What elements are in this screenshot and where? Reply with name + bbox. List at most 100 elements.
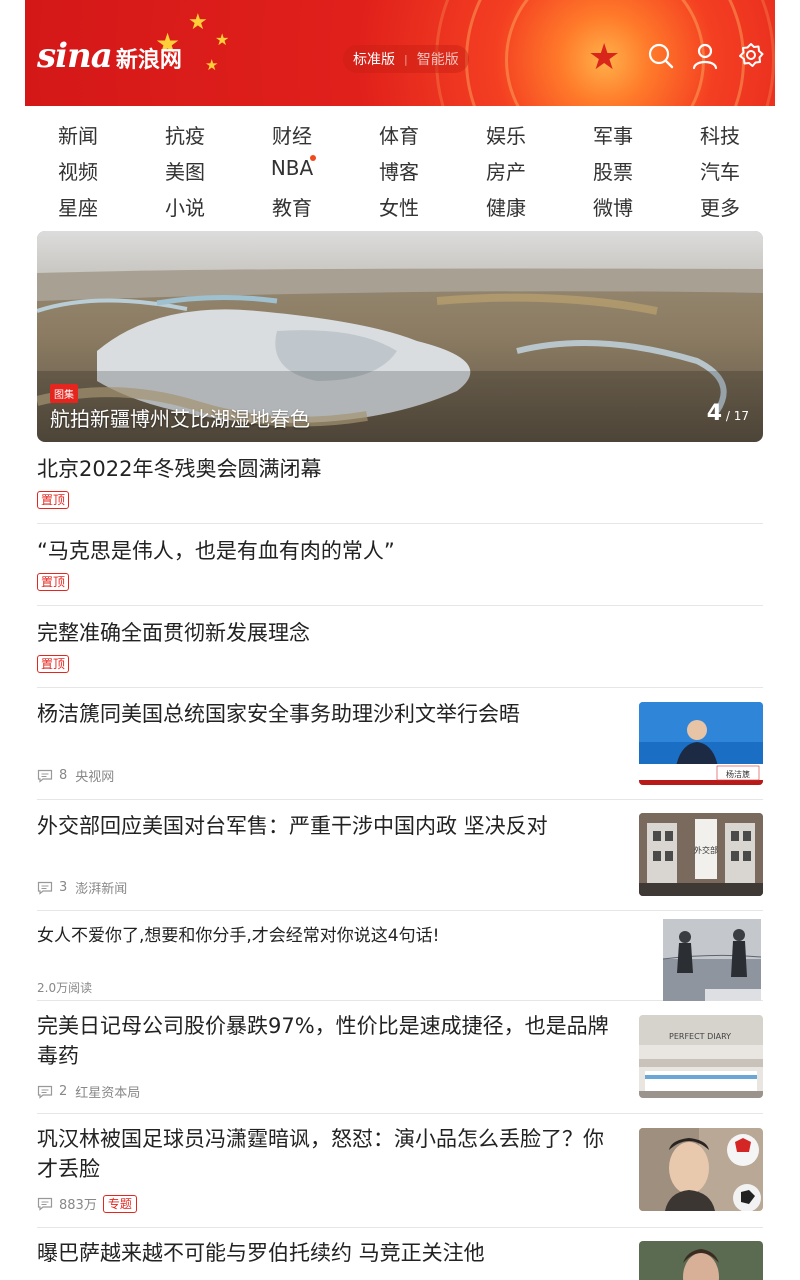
banner-counter: 4 / 17 xyxy=(707,401,749,426)
comment-count: 8 xyxy=(59,768,68,783)
news-title-line1[interactable]: 曝巴萨越来越不可能与罗伯托续约 马竞正关注他 xyxy=(37,1238,485,1268)
news-meta: 8 央视网 xyxy=(37,766,114,785)
nav-item-stocks[interactable]: 股票 xyxy=(573,156,653,185)
news-thumbnail[interactable] xyxy=(639,1128,763,1211)
man-with-football-image xyxy=(639,1128,763,1211)
nav-item-astrology[interactable]: 星座 xyxy=(38,192,118,221)
banner-current: 4 xyxy=(706,401,723,426)
sina-logo[interactable]: sina 新浪网 xyxy=(37,36,182,76)
nav-item-novel[interactable]: 小说 xyxy=(145,192,225,221)
sponsored-title[interactable]: 女人不爱你了,想要和你分手,才会经常对你说这4句话! xyxy=(37,921,439,946)
news-source: 央视网 xyxy=(75,770,115,785)
nav-item-tech[interactable]: 科技 xyxy=(680,120,760,149)
news-source: 红星资本局 xyxy=(75,1086,141,1101)
news-row[interactable]: 曝巴萨越来越不可能与罗伯托续约 马竞正关注他 xyxy=(37,1228,763,1280)
player-portrait-image xyxy=(639,1241,763,1280)
news-title[interactable]: 外交部回应美国对台军售：严重干涉中国内政 坚决反对 xyxy=(37,811,548,841)
user-icon[interactable] xyxy=(691,42,719,70)
news-row-pinned[interactable]: 北京2022年冬残奥会圆满闭幕 置顶 xyxy=(37,442,763,524)
pinned-tag: 置顶 xyxy=(37,655,70,673)
nav-item-finance[interactable]: 财经 xyxy=(252,120,332,149)
news-row[interactable]: 杨洁篪同美国总统国家安全事务助理沙利文举行会晤 8 央视网 杨洁篪 xyxy=(37,688,763,800)
nameplate-text: 杨洁篪 xyxy=(726,769,750,779)
comment-icon xyxy=(37,1085,53,1099)
banner-total: / 17 xyxy=(725,409,749,423)
comment-count: 2 xyxy=(59,1084,68,1099)
news-row-pinned[interactable]: “马克思是伟人，也是有血有肉的常人” 置顶 xyxy=(37,524,763,606)
nav-item-blog[interactable]: 博客 xyxy=(359,156,439,185)
comment-count: 883万 xyxy=(59,1198,97,1213)
nav-item-auto[interactable]: 汽车 xyxy=(680,156,760,185)
news-thumbnail[interactable]: 杨洁篪 xyxy=(639,702,763,785)
logo-cn: 新浪网 xyxy=(115,48,182,73)
star-icon: ★ xyxy=(205,56,219,74)
settings-icon[interactable] xyxy=(737,42,765,70)
news-thumbnail[interactable]: 外交部 xyxy=(639,813,763,896)
news-meta: 3 澎湃新闻 xyxy=(37,878,127,897)
version-smart[interactable]: 智能版 xyxy=(417,49,459,69)
emblem-star-icon: ★ xyxy=(588,37,621,78)
pinned-tag: 置顶 xyxy=(37,491,70,509)
read-count: 2.0万阅读 xyxy=(37,981,93,995)
topic-tag[interactable]: 专题 xyxy=(102,1194,137,1213)
building-sign-text: 外交部 xyxy=(694,845,718,855)
banner-tag: 图集 xyxy=(50,384,78,403)
nav-item-house[interactable]: 房产 xyxy=(466,156,546,185)
news-meta: 883万 专题 xyxy=(37,1194,137,1213)
photo-gallery-banner[interactable]: 图集 航拍新疆博州艾比湖湿地春色 4 / 17 xyxy=(37,231,763,442)
page: ★ ★ ★ ★ ★ sina新浪网 标准版 | 智能版 新闻 抗疫 财经 体育 xyxy=(25,0,775,1280)
nav-item-military[interactable]: 军事 xyxy=(573,120,653,149)
version-toggle[interactable]: 标准版 | 智能版 xyxy=(343,45,469,73)
nav-item-more[interactable]: 更多 xyxy=(680,192,760,221)
channel-nav: 新闻 抗疫 财经 体育 娱乐 军事 科技 视频 美图 NBA 博客 房产 股票 … xyxy=(25,106,775,226)
news-source: 澎湃新闻 xyxy=(75,882,128,897)
nav-item-entertainment[interactable]: 娱乐 xyxy=(466,120,546,149)
nav-item-women[interactable]: 女性 xyxy=(359,192,439,221)
banner-title[interactable]: 航拍新疆博州艾比湖湿地春色 xyxy=(50,403,310,432)
news-title[interactable]: 杨洁篪同美国总统国家安全事务助理沙利文举行会晤 xyxy=(37,699,520,729)
store-sign-text: PERFECT DIARY xyxy=(669,1032,731,1041)
nav-item-news[interactable]: 新闻 xyxy=(38,120,118,149)
comment-icon xyxy=(37,769,53,783)
news-row-pinned[interactable]: 完整准确全面贯彻新发展理念 置顶 xyxy=(37,606,763,688)
news-title-line1[interactable]: 完美日记母公司股价暴跌97%，性价比是速成捷径，也是品牌 xyxy=(37,1011,609,1041)
nav-item-epidemic[interactable]: 抗疫 xyxy=(145,120,225,149)
nav-item-weibo[interactable]: 微博 xyxy=(573,192,653,221)
news-title[interactable]: 北京2022年冬残奥会圆满闭幕 xyxy=(37,454,321,484)
star-icon: ★ xyxy=(215,30,230,49)
ministry-building-image: 外交部 xyxy=(639,813,763,896)
news-title[interactable]: 完整准确全面贯彻新发展理念 xyxy=(37,618,310,648)
sponsored-thumbnail[interactable] xyxy=(663,919,761,1001)
sponsored-row[interactable]: 女人不爱你了,想要和你分手,才会经常对你说这4句话! 2.0万阅读 xyxy=(37,911,763,1001)
search-icon[interactable] xyxy=(647,42,675,70)
nav-new-badge xyxy=(310,155,316,161)
nav-item-education[interactable]: 教育 xyxy=(252,192,332,221)
news-meta: 2 红星资本局 xyxy=(37,1082,140,1101)
pinned-tag: 置顶 xyxy=(37,573,70,591)
news-thumbnail[interactable] xyxy=(639,1241,763,1280)
news-title-line2[interactable]: 才丢脸 xyxy=(37,1154,100,1184)
version-standard[interactable]: 标准版 xyxy=(353,49,395,69)
news-row[interactable]: 完美日记母公司股价暴跌97%，性价比是速成捷径，也是品牌 毒药 2 红星资本局 … xyxy=(37,1001,763,1114)
news-title[interactable]: “马克思是伟人，也是有血有肉的常人” xyxy=(37,536,395,566)
news-row[interactable]: 巩汉林被国足球员冯潇霆暗讽，怒怼：演小品怎么丢脸了？你 才丢脸 883万 专题 xyxy=(37,1114,763,1228)
nav-item-nba[interactable]: NBA xyxy=(252,156,332,180)
news-row[interactable]: 外交部回应美国对台军售：严重干涉中国内政 坚决反对 3 澎湃新闻 外交部 xyxy=(37,800,763,911)
nav-item-health[interactable]: 健康 xyxy=(466,192,546,221)
sketch-couple-image xyxy=(663,919,761,1001)
header-bar: ★ ★ ★ ★ ★ sina 新浪网 标准版 | 智能版 xyxy=(25,0,775,106)
star-icon: ★ xyxy=(188,10,208,35)
press-conference-image: 杨洁篪 xyxy=(639,702,763,785)
comment-count: 3 xyxy=(59,880,68,895)
storefront-image: PERFECT DIARY xyxy=(639,1015,763,1098)
nav-item-pictures[interactable]: 美图 xyxy=(145,156,225,185)
logo-latin: sina xyxy=(37,36,113,76)
comment-icon xyxy=(37,881,53,895)
version-separator: | xyxy=(404,52,408,66)
comment-icon xyxy=(37,1197,53,1211)
news-thumbnail[interactable]: PERFECT DIARY xyxy=(639,1015,763,1098)
news-title-line1[interactable]: 巩汉林被国足球员冯潇霆暗讽，怒怼：演小品怎么丢脸了？你 xyxy=(37,1124,604,1154)
nav-item-sports[interactable]: 体育 xyxy=(359,120,439,149)
news-title-line2[interactable]: 毒药 xyxy=(37,1041,79,1071)
nav-item-video[interactable]: 视频 xyxy=(38,156,118,185)
